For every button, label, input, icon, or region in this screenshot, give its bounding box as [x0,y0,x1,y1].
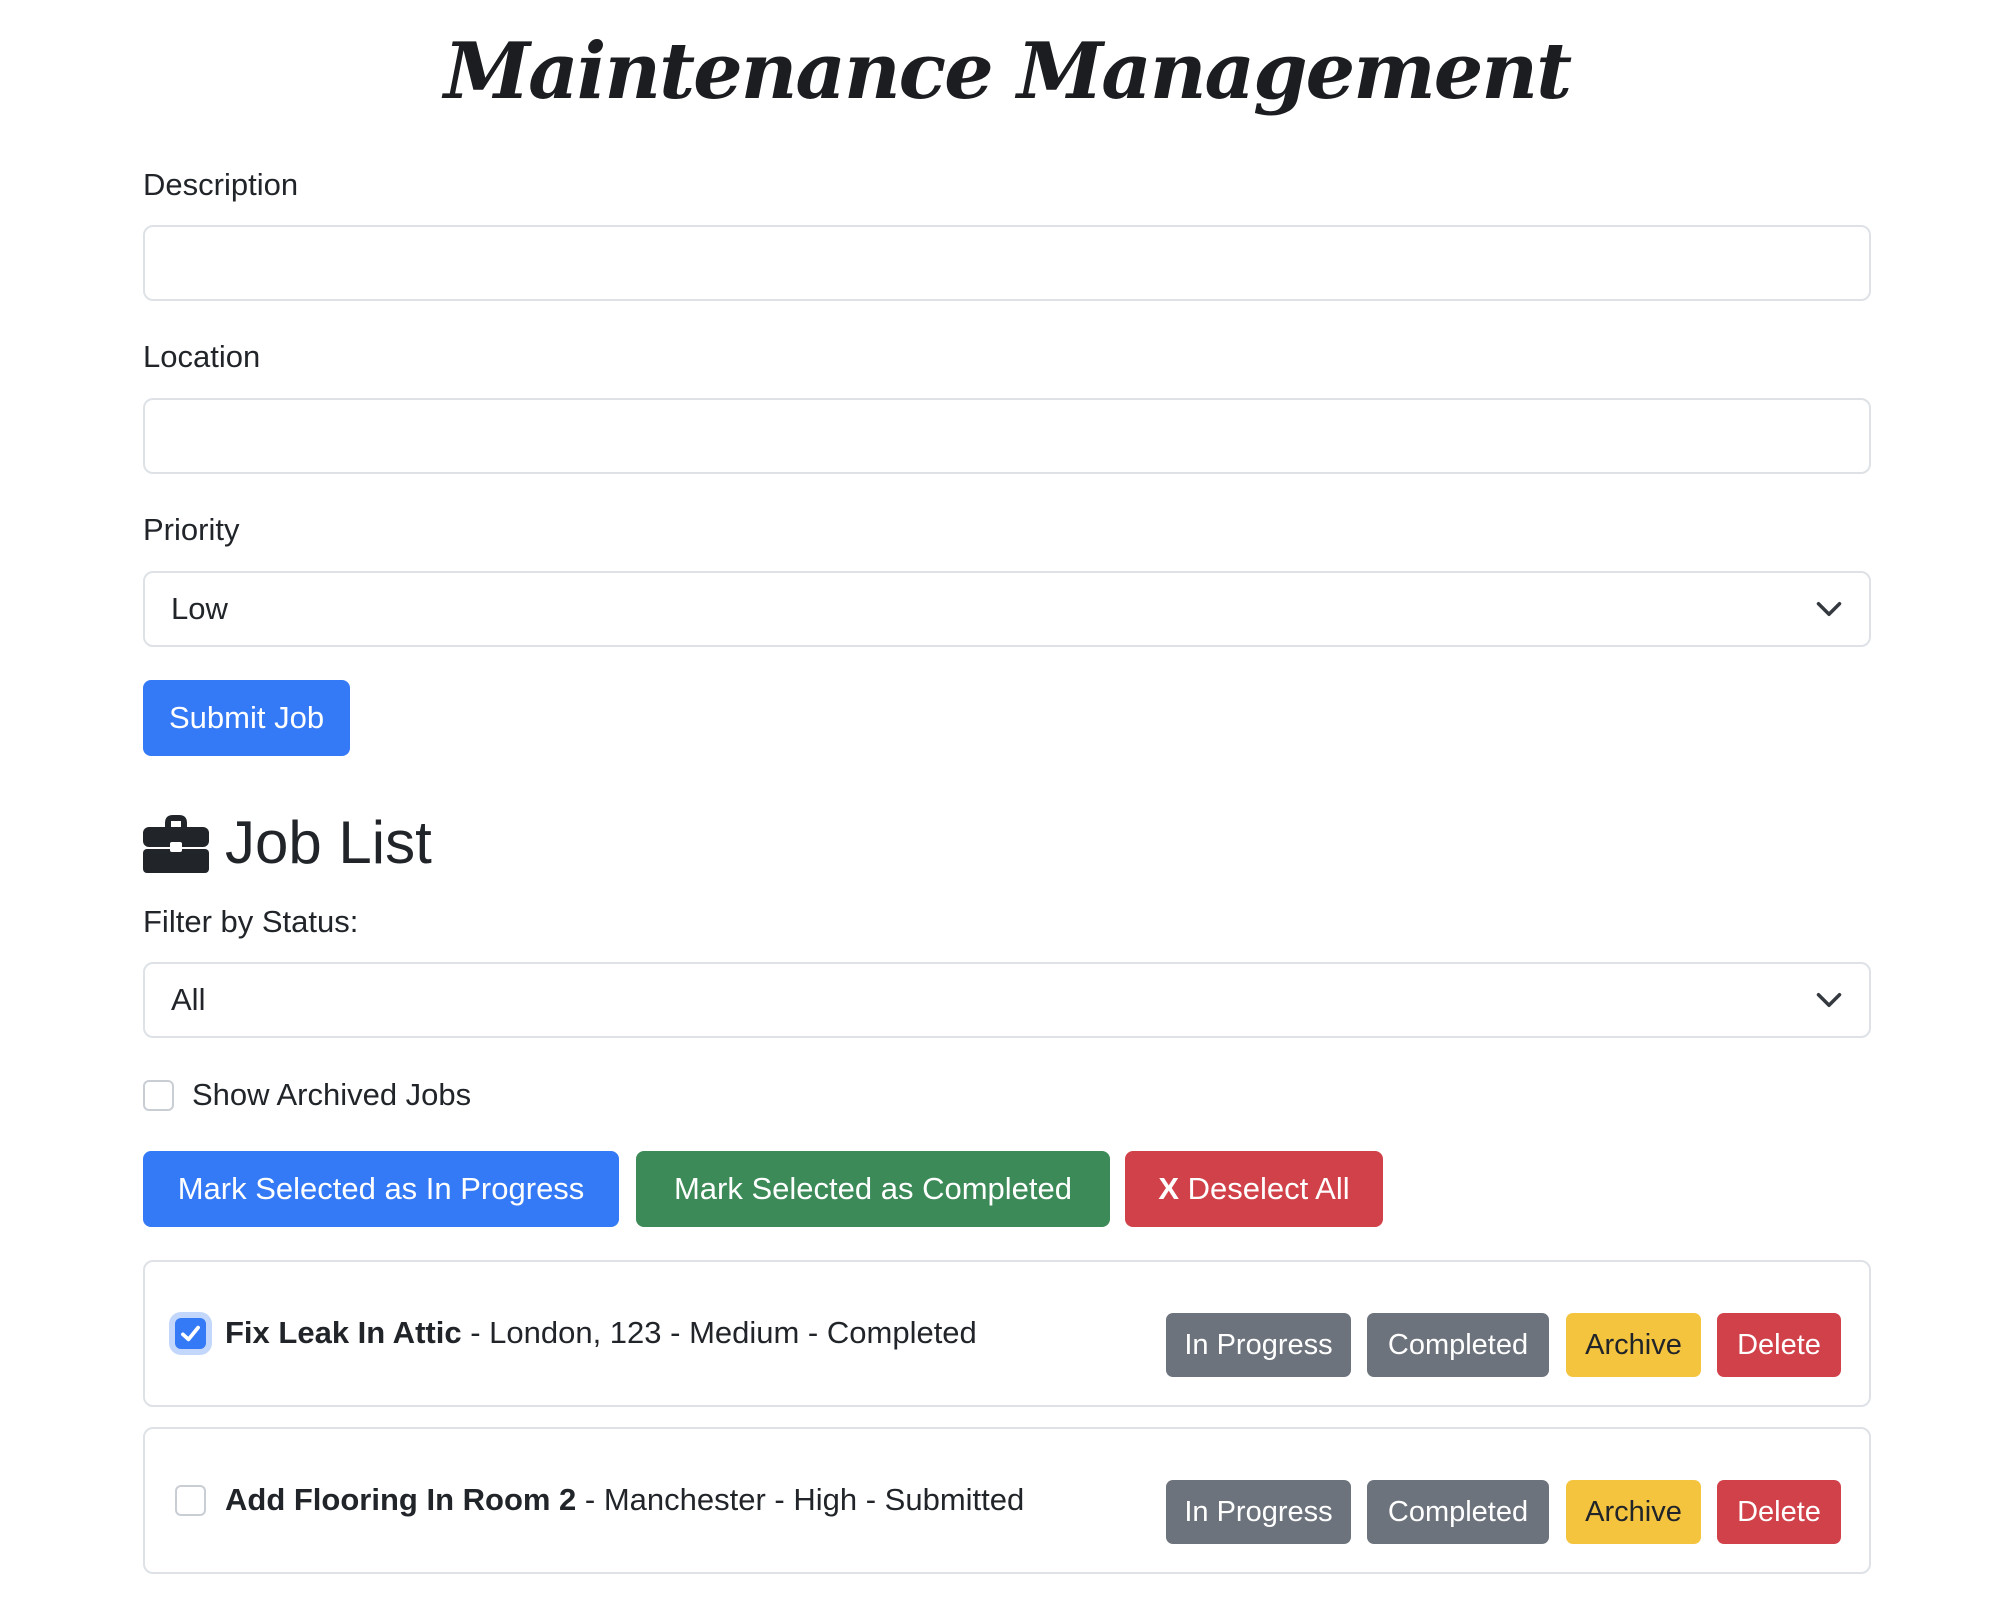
job-summary: Add Flooring In Room 2 - Manchester - Hi… [225,1480,1024,1520]
show-archived-label: Show Archived Jobs [192,1077,472,1112]
filter-status-label: Filter by Status: [143,904,359,939]
show-archived-checkbox[interactable] [143,1079,174,1111]
job-archive-button[interactable]: Archive [1566,1313,1701,1377]
job-list-title: Job List [225,809,432,876]
job-completed-button[interactable]: Completed [1367,1480,1549,1544]
page: Maintenance Management Description Locat… [0,0,2010,1622]
job-details: - London, 123 - Medium - Completed [461,1315,977,1350]
job-in-progress-button[interactable]: In Progress [1166,1313,1351,1377]
submit-job-button[interactable]: Submit Job [143,680,351,756]
show-archived-row: Show Archived Jobs [143,1075,471,1115]
description-input[interactable] [143,225,1871,301]
job-details: - Manchester - High - Submitted [576,1482,1025,1517]
job-select-checkbox[interactable] [175,1485,206,1516]
job-select-checkbox[interactable] [175,1318,206,1349]
mark-selected-in-progress-button[interactable]: Mark Selected as In Progress [143,1151,619,1227]
location-label: Location [143,339,261,374]
filter-status-select[interactable]: All [143,962,1871,1038]
job-delete-button[interactable]: Delete [1717,1480,1841,1544]
chevron-down-icon [1816,993,1842,1007]
job-card: Add Flooring In Room 2 - Manchester - Hi… [143,1427,1871,1574]
deselect-all-button[interactable]: X Deselect All [1125,1151,1383,1227]
priority-selected-value: Low [171,591,228,626]
job-summary: Fix Leak In Attic - London, 123 - Medium… [225,1313,977,1353]
chevron-down-icon [1816,602,1842,616]
job-title: Fix Leak In Attic [225,1315,462,1350]
job-title: Add Flooring In Room 2 [225,1482,577,1517]
job-completed-button[interactable]: Completed [1367,1313,1549,1377]
job-delete-button[interactable]: Delete [1717,1313,1841,1377]
deselect-all-label: Deselect All [1179,1171,1350,1206]
job-archive-button[interactable]: Archive [1566,1480,1701,1544]
filter-selected-value: All [171,982,206,1017]
description-label: Description [143,167,299,202]
checkmark-icon [181,1325,200,1342]
location-input[interactable] [143,398,1871,474]
priority-select[interactable]: Low [143,571,1871,647]
mark-selected-completed-button[interactable]: Mark Selected as Completed [636,1151,1110,1227]
briefcase-icon [143,815,209,873]
job-list-heading: Job List [143,805,432,881]
page-title: Maintenance Management [443,26,1572,117]
close-icon: X [1158,1171,1180,1206]
job-in-progress-button[interactable]: In Progress [1166,1480,1351,1544]
job-card: Fix Leak In Attic - London, 123 - Medium… [143,1260,1871,1407]
priority-label: Priority [143,512,240,547]
